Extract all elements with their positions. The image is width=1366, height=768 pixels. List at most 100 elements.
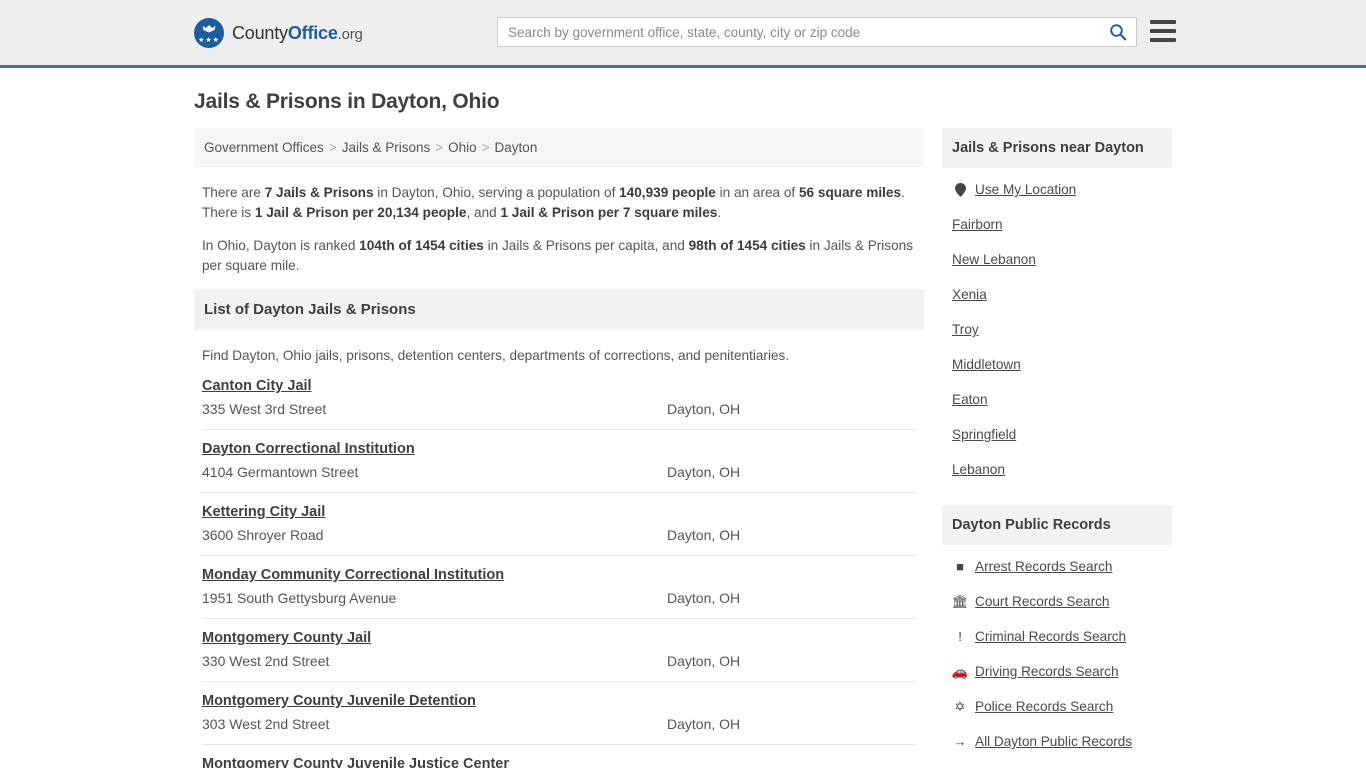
jail-prison-city: Dayton, OH [667,653,741,669]
public-record-link[interactable]: Police Records Search [975,699,1113,714]
hamburger-bar [1150,29,1176,33]
police-badge-icon: ✡ [954,699,966,714]
intro-highlight: 1 Jail & Prison per 7 square miles [500,204,718,220]
nearby-item[interactable]: Troy [952,322,1162,337]
public-record-item[interactable]: ■ Arrest Records Search [952,559,1162,574]
jail-prison-row: Monday Community Correctional Institutio… [202,556,916,619]
nearby-item[interactable]: Fairborn [952,217,1162,232]
intro-text-span: in Jails & Prisons per capita, and [483,238,689,253]
nearby-link[interactable]: Springfield [952,427,1016,442]
list-section-heading: List of Dayton Jails & Prisons [194,289,924,330]
intro-text-span: in Dayton, Ohio, serving a population of [373,185,620,200]
jail-prison-row: Kettering City Jail 3600 Shroyer Road Dayt… [202,493,916,556]
hamburger-bar [1150,20,1176,24]
logo-bold: Office [287,22,338,43]
jails-prisons-list: Canton City Jail 335 West 3rd Street Dayto… [194,373,924,768]
jail-prison-detail: 335 West 3rd Street Dayton, OH [202,401,916,417]
intro-highlight: 104th of 1454 cities [359,238,484,253]
public-record-link[interactable]: All Dayton Public Records [975,734,1132,749]
site-logo[interactable]: ★★★ CountyOffice.org [194,18,363,48]
jail-prison-row: Dayton Correctional Institution 4104 Germ… [202,430,916,493]
arrow-right-icon: → [953,734,967,749]
list-section-description: Find Dayton, Ohio jails, prisons, detent… [202,348,790,363]
nearby-link[interactable]: Middletown [952,357,1021,372]
search-input[interactable] [498,18,1100,46]
jail-prison-name-link[interactable]: Canton City Jail [202,378,312,394]
nearby-link[interactable]: Xenia [952,287,987,302]
jail-prison-name-link[interactable]: Kettering City Jail [202,504,325,520]
jail-prison-name-link[interactable]: Monday Community Correctional Institutio… [202,567,504,583]
public-record-item[interactable]: → All Dayton Public Records [952,734,1162,749]
intro-text: There are 7 Jails & Prisons in Dayton, O… [194,167,924,275]
public-record-link[interactable]: Court Records Search [975,594,1109,609]
jail-prison-detail: 1951 South Gettysburg Avenue Dayton, OH [202,590,916,606]
intro-text-span: In Ohio, Dayton is ranked [202,238,360,253]
intro-highlight: 7 Jails & Prisons [264,185,374,200]
logo-stars: ★★★ [198,37,220,44]
jail-prison-city: Dayton, OH [667,401,741,417]
public-record-link[interactable]: Arrest Records Search [975,559,1113,574]
jail-prison-city: Dayton, OH [667,590,741,606]
search-bar[interactable] [497,17,1137,47]
nearby-link[interactable]: Lebanon [952,462,1005,477]
jail-prison-address: 3600 Shroyer Road [202,527,324,543]
public-records-heading: Dayton Public Records [942,505,1172,545]
jail-prison-city: Dayton, OH [667,464,741,480]
breadcrumb-item[interactable]: Jails & Prisons [342,140,431,155]
courthouse-icon: 🏛 [951,594,969,609]
page-title: Jails & Prisons in Dayton, Ohio [194,90,500,113]
hamburger-menu-icon[interactable] [1150,20,1176,42]
nearby-link[interactable]: Eaton [952,392,988,407]
nearby-links: Use My Location Fairborn New Lebanon Xenia T… [942,168,1172,491]
logo-prefix: County [232,22,288,43]
intro-text-span: . [717,204,722,220]
jail-prison-name-link[interactable]: Montgomery County Jail [202,630,371,646]
intro-paragraph-2: In Ohio, Dayton is ranked 104th of 1454 … [202,236,916,275]
intro-text-span: in an area of [715,185,799,200]
public-record-link[interactable]: Criminal Records Search [975,629,1126,644]
jail-prison-row: Canton City Jail 335 West 3rd Street Dayto… [202,373,916,430]
breadcrumb-item[interactable]: Government Offices [204,140,324,155]
jail-prison-address: 4104 Germantown Street [202,464,359,480]
nearby-item[interactable]: New Lebanon [952,252,1162,267]
nearby-item[interactable]: Use My Location [952,182,1162,197]
nearby-link[interactable]: New Lebanon [952,252,1036,267]
nearby-link[interactable]: Troy [952,322,979,337]
jail-prison-city: Dayton, OH [667,527,741,543]
search-button[interactable] [1100,18,1136,46]
jail-prison-address: 335 West 3rd Street [202,401,327,417]
jail-prison-address: 1951 South Gettysburg Avenue [202,590,397,606]
breadcrumb-separator: > [435,140,444,155]
nearby-item[interactable]: Springfield [952,427,1162,442]
public-record-item[interactable]: ! Criminal Records Search [952,629,1162,644]
jail-prison-name-link[interactable]: Dayton Correctional Institution [202,441,415,457]
public-record-item[interactable]: 🚗 Driving Records Search [952,664,1162,679]
content-columns: Government Offices > Jails & Prisons > Ohio >… [194,128,1172,768]
jail-prison-address: 303 West 2nd Street [202,716,330,732]
public-record-link[interactable]: Driving Records Search [975,664,1119,679]
nearby-item[interactable]: Middletown [952,357,1162,372]
jail-prison-row: Montgomery County Juvenile Justice Cente… [202,745,916,768]
jail-prison-name-link[interactable]: Montgomery County Juvenile Justice Cente… [202,756,509,768]
nearby-item[interactable]: Lebanon [952,462,1162,477]
intro-highlight: 1 Jail & Prison per 20,134 people [254,204,467,220]
nearby-link[interactable]: Fairborn [952,217,1003,232]
breadcrumb-item[interactable]: Ohio [448,140,477,155]
breadcrumb-item[interactable]: Dayton [495,140,538,155]
jail-prison-detail: 330 West 2nd Street Dayton, OH [202,653,916,669]
hamburger-bar [1150,38,1176,42]
sidebar: Jails & Prisons near Dayton Use My Locat… [942,128,1172,768]
public-record-item[interactable]: 🏛 Court Records Search [952,594,1162,609]
nearby-link[interactable]: Use My Location [975,182,1076,197]
public-records-links: ■ Arrest Records Search 🏛 Court Records Sea… [942,545,1172,768]
intro-paragraph-1: There are 7 Jails & Prisons in Dayton, O… [202,183,916,222]
jail-prison-name-link[interactable]: Montgomery County Juvenile Detention [202,693,476,709]
nearby-item[interactable]: Xenia [952,287,1162,302]
exclamation-icon: ! [958,629,962,644]
jail-prison-row: Montgomery County Jail 330 West 2nd Stree… [202,619,916,682]
intro-highlight: 140,939 people [619,185,716,200]
jail-prison-address: 330 West 2nd Street [202,653,330,669]
intro-highlight: 98th of 1454 cities [688,238,806,253]
nearby-item[interactable]: Eaton [952,392,1162,407]
public-record-item[interactable]: ✡ Police Records Search [952,699,1162,714]
